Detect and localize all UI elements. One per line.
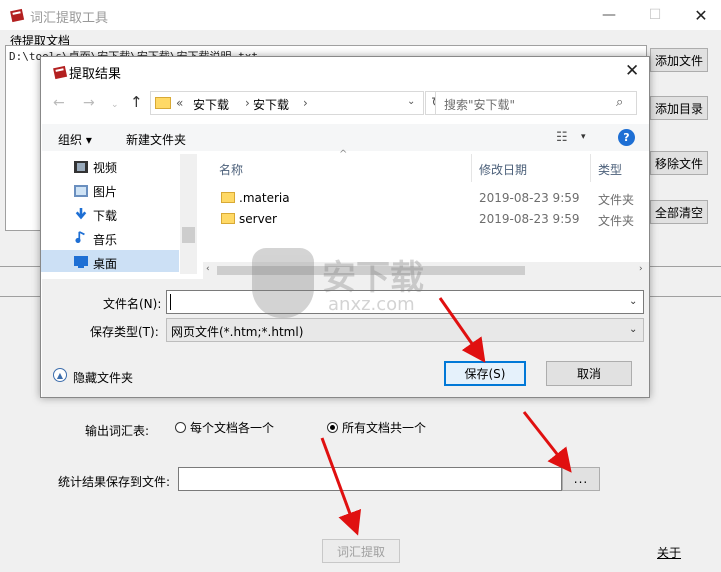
tree-scrollbar[interactable]	[180, 154, 197, 274]
file-row-type[interactable]: 文件夹	[598, 212, 634, 229]
column-header-name[interactable]: 名称	[219, 161, 243, 178]
tree-item-desktop[interactable]: 桌面	[93, 255, 117, 272]
filetype-label: 保存类型(T):	[90, 325, 159, 339]
new-folder-button[interactable]: 新建文件夹	[126, 131, 186, 148]
file-row-name[interactable]: .materia	[239, 191, 290, 205]
filename-label: 文件名(N):	[103, 297, 162, 311]
dialog-save-button[interactable]: 保存(S)	[444, 361, 526, 386]
breadcrumb-separator[interactable]: ›	[245, 96, 250, 110]
output-vocab-label: 输出词汇表:	[85, 424, 150, 438]
search-input[interactable]: 搜索"安下载" ⌕	[435, 91, 637, 115]
video-icon	[74, 161, 88, 173]
search-placeholder: 搜索"安下载"	[444, 98, 516, 112]
picture-icon	[74, 185, 88, 197]
sort-caret-icon: ^	[339, 149, 348, 160]
close-button[interactable]: ✕	[678, 0, 721, 30]
search-icon[interactable]: ⌕	[616, 95, 623, 110]
scroll-right-icon[interactable]: ›	[639, 264, 643, 274]
forward-arrow-icon[interactable]: →	[83, 95, 95, 111]
clear-all-button[interactable]: 全部清空	[650, 200, 708, 224]
filename-input[interactable]: ⌄	[166, 290, 644, 314]
breadcrumb-separator[interactable]: ›	[303, 96, 308, 110]
column-divider[interactable]	[471, 154, 472, 182]
view-options-icon[interactable]: ☷	[556, 130, 568, 145]
up-arrow-icon[interactable]: ↑	[130, 93, 143, 111]
address-dropdown-icon[interactable]: ⌄	[407, 96, 415, 107]
add-file-button[interactable]: 添加文件	[650, 48, 708, 72]
radio-each-doc[interactable]	[175, 422, 186, 433]
recent-dropdown-icon[interactable]: ⌄	[111, 100, 119, 110]
filetype-dropdown-icon[interactable]: ⌄	[629, 324, 637, 335]
help-icon[interactable]: ?	[618, 129, 635, 146]
address-bar[interactable]: « 安下载 › 安下载 › ⌄	[150, 91, 424, 115]
address-overflow[interactable]: «	[176, 96, 183, 110]
column-header-type[interactable]: 类型	[598, 161, 622, 178]
text-caret	[170, 294, 171, 310]
tree-item-music[interactable]: 音乐	[93, 231, 117, 248]
dialog-title: 提取结果	[69, 67, 122, 82]
save-dialog: 提取结果 ✕ ← → ⌄ ↑ « 安下载 › 安下载 › ⌄ ↻ 搜索"安下载"…	[40, 56, 650, 398]
add-directory-button[interactable]: 添加目录	[650, 96, 708, 120]
maximize-button[interactable]: ☐	[632, 0, 678, 30]
app-book-icon	[10, 8, 25, 23]
dialog-book-icon	[53, 65, 68, 80]
file-row-date[interactable]: 2019-08-23 9:59	[479, 212, 580, 226]
arrow-to-browse	[522, 411, 572, 473]
minimize-button[interactable]: —	[586, 0, 632, 30]
file-row-date[interactable]: 2019-08-23 9:59	[479, 191, 580, 205]
about-link[interactable]: 关于	[657, 544, 681, 561]
folder-icon	[155, 97, 171, 109]
folder-icon	[221, 192, 235, 203]
breadcrumb-segment[interactable]: 安下载	[253, 96, 289, 113]
view-dropdown-icon[interactable]: ▾	[581, 132, 586, 142]
tree-item-downloads[interactable]: 下载	[93, 207, 117, 224]
tree-scroll-thumb[interactable]	[182, 227, 195, 243]
organize-menu[interactable]: 组织 ▾	[58, 131, 92, 148]
remove-file-button[interactable]: 移除文件	[650, 151, 708, 175]
back-arrow-icon[interactable]: ←	[53, 95, 65, 111]
window-title: 词汇提取工具	[30, 11, 109, 26]
file-row-name[interactable]: server	[239, 212, 277, 226]
download-icon	[75, 208, 87, 220]
extract-button[interactable]: 词汇提取	[322, 539, 400, 563]
radio-each-doc-label[interactable]: 每个文档各一个	[190, 419, 274, 436]
radio-all-docs[interactable]	[327, 422, 338, 433]
music-icon	[75, 231, 85, 243]
dialog-cancel-button[interactable]: 取消	[546, 361, 632, 386]
filetype-value: 网页文件(*.htm;*.html)	[171, 325, 304, 339]
column-divider[interactable]	[590, 154, 591, 182]
scroll-left-icon[interactable]: ‹	[206, 264, 210, 274]
hide-folders-label[interactable]: 隐藏文件夹	[73, 369, 133, 386]
filename-dropdown-icon[interactable]: ⌄	[629, 296, 637, 307]
filetype-select[interactable]: 网页文件(*.htm;*.html) ⌄	[166, 318, 644, 342]
radio-all-docs-label[interactable]: 所有文档共一个	[342, 419, 426, 436]
browse-button[interactable]: ...	[562, 467, 600, 491]
horizontal-scroll-thumb[interactable]	[217, 266, 525, 275]
column-header-date[interactable]: 修改日期	[479, 161, 527, 178]
hide-folders-icon[interactable]: ▲	[53, 368, 67, 382]
dialog-close-icon[interactable]: ✕	[625, 61, 639, 81]
save-path-label: 统计结果保存到文件:	[58, 475, 171, 489]
file-row-type[interactable]: 文件夹	[598, 191, 634, 208]
tree-item-video[interactable]: 视频	[93, 159, 117, 176]
folder-icon	[221, 213, 235, 224]
desktop-icon	[74, 256, 88, 268]
breadcrumb-segment[interactable]: 安下载	[193, 96, 229, 113]
tree-item-pictures[interactable]: 图片	[93, 183, 117, 200]
save-path-input[interactable]	[178, 467, 562, 491]
